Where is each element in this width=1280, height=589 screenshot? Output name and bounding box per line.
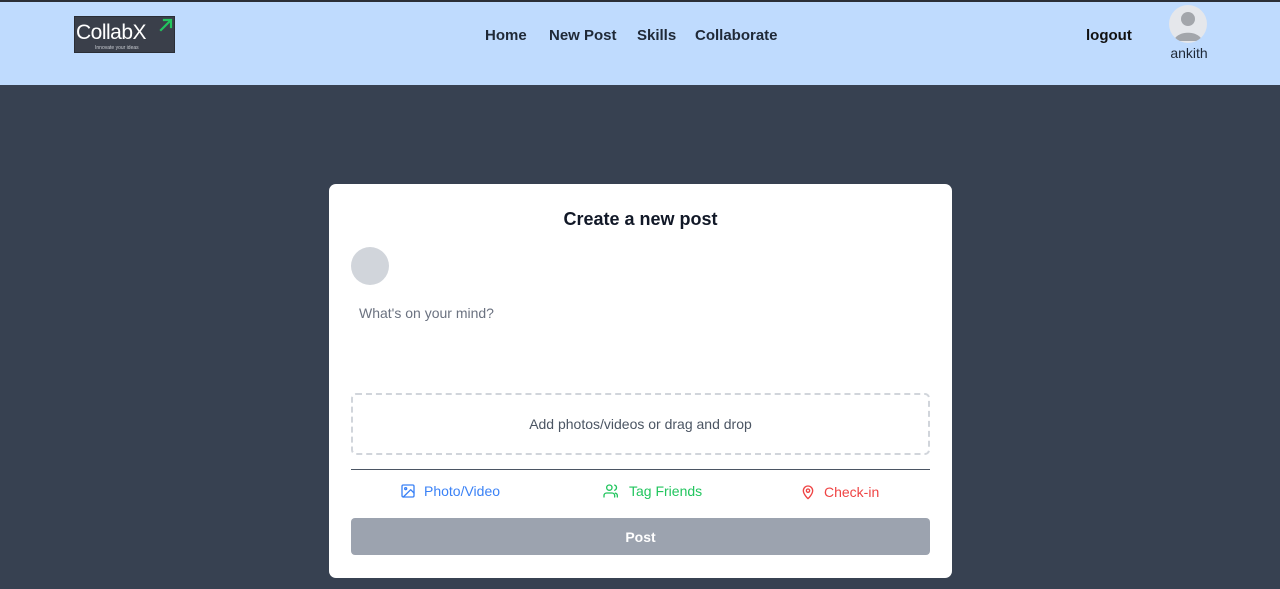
tag-friends-button[interactable]: Tag Friends [603,483,702,499]
create-post-card: Create a new post Add photos/videos or d… [329,184,952,578]
person-silhouette-icon [1174,12,1202,41]
post-text-input[interactable] [351,297,929,377]
nav-collaborate[interactable]: Collaborate [695,27,778,44]
nav-new-post[interactable]: New Post [549,27,617,44]
brand-name: CollabX [76,21,147,44]
nav-home[interactable]: Home [485,27,527,44]
post-button[interactable]: Post [351,518,930,555]
divider [351,469,930,470]
username-label: ankith [1170,45,1208,61]
check-in-label: Check-in [824,484,880,500]
composer-avatar [351,247,389,285]
photo-video-label: Photo/Video [424,483,501,499]
user-avatar-icon[interactable] [1169,5,1207,43]
image-icon [401,484,415,498]
media-dropzone[interactable]: Add photos/videos or drag and drop [351,393,930,455]
navbar: CollabX Innovate your ideas Home New Pos… [0,2,1280,85]
brand-logo[interactable]: CollabX Innovate your ideas [74,16,175,53]
check-in-button[interactable]: Check-in [800,483,879,501]
users-icon [603,484,618,498]
card-title: Create a new post [563,209,718,229]
nav-skills[interactable]: Skills [637,27,676,44]
arrow-up-right-icon [159,18,173,32]
tag-friends-label: Tag Friends [629,483,703,499]
brand-tagline: Innovate your ideas [95,45,139,51]
dropzone-label: Add photos/videos or drag and drop [529,416,752,432]
logout-button[interactable]: logout [1086,27,1132,44]
map-pin-icon [802,485,814,500]
photo-video-button[interactable]: Photo/Video [400,483,500,499]
